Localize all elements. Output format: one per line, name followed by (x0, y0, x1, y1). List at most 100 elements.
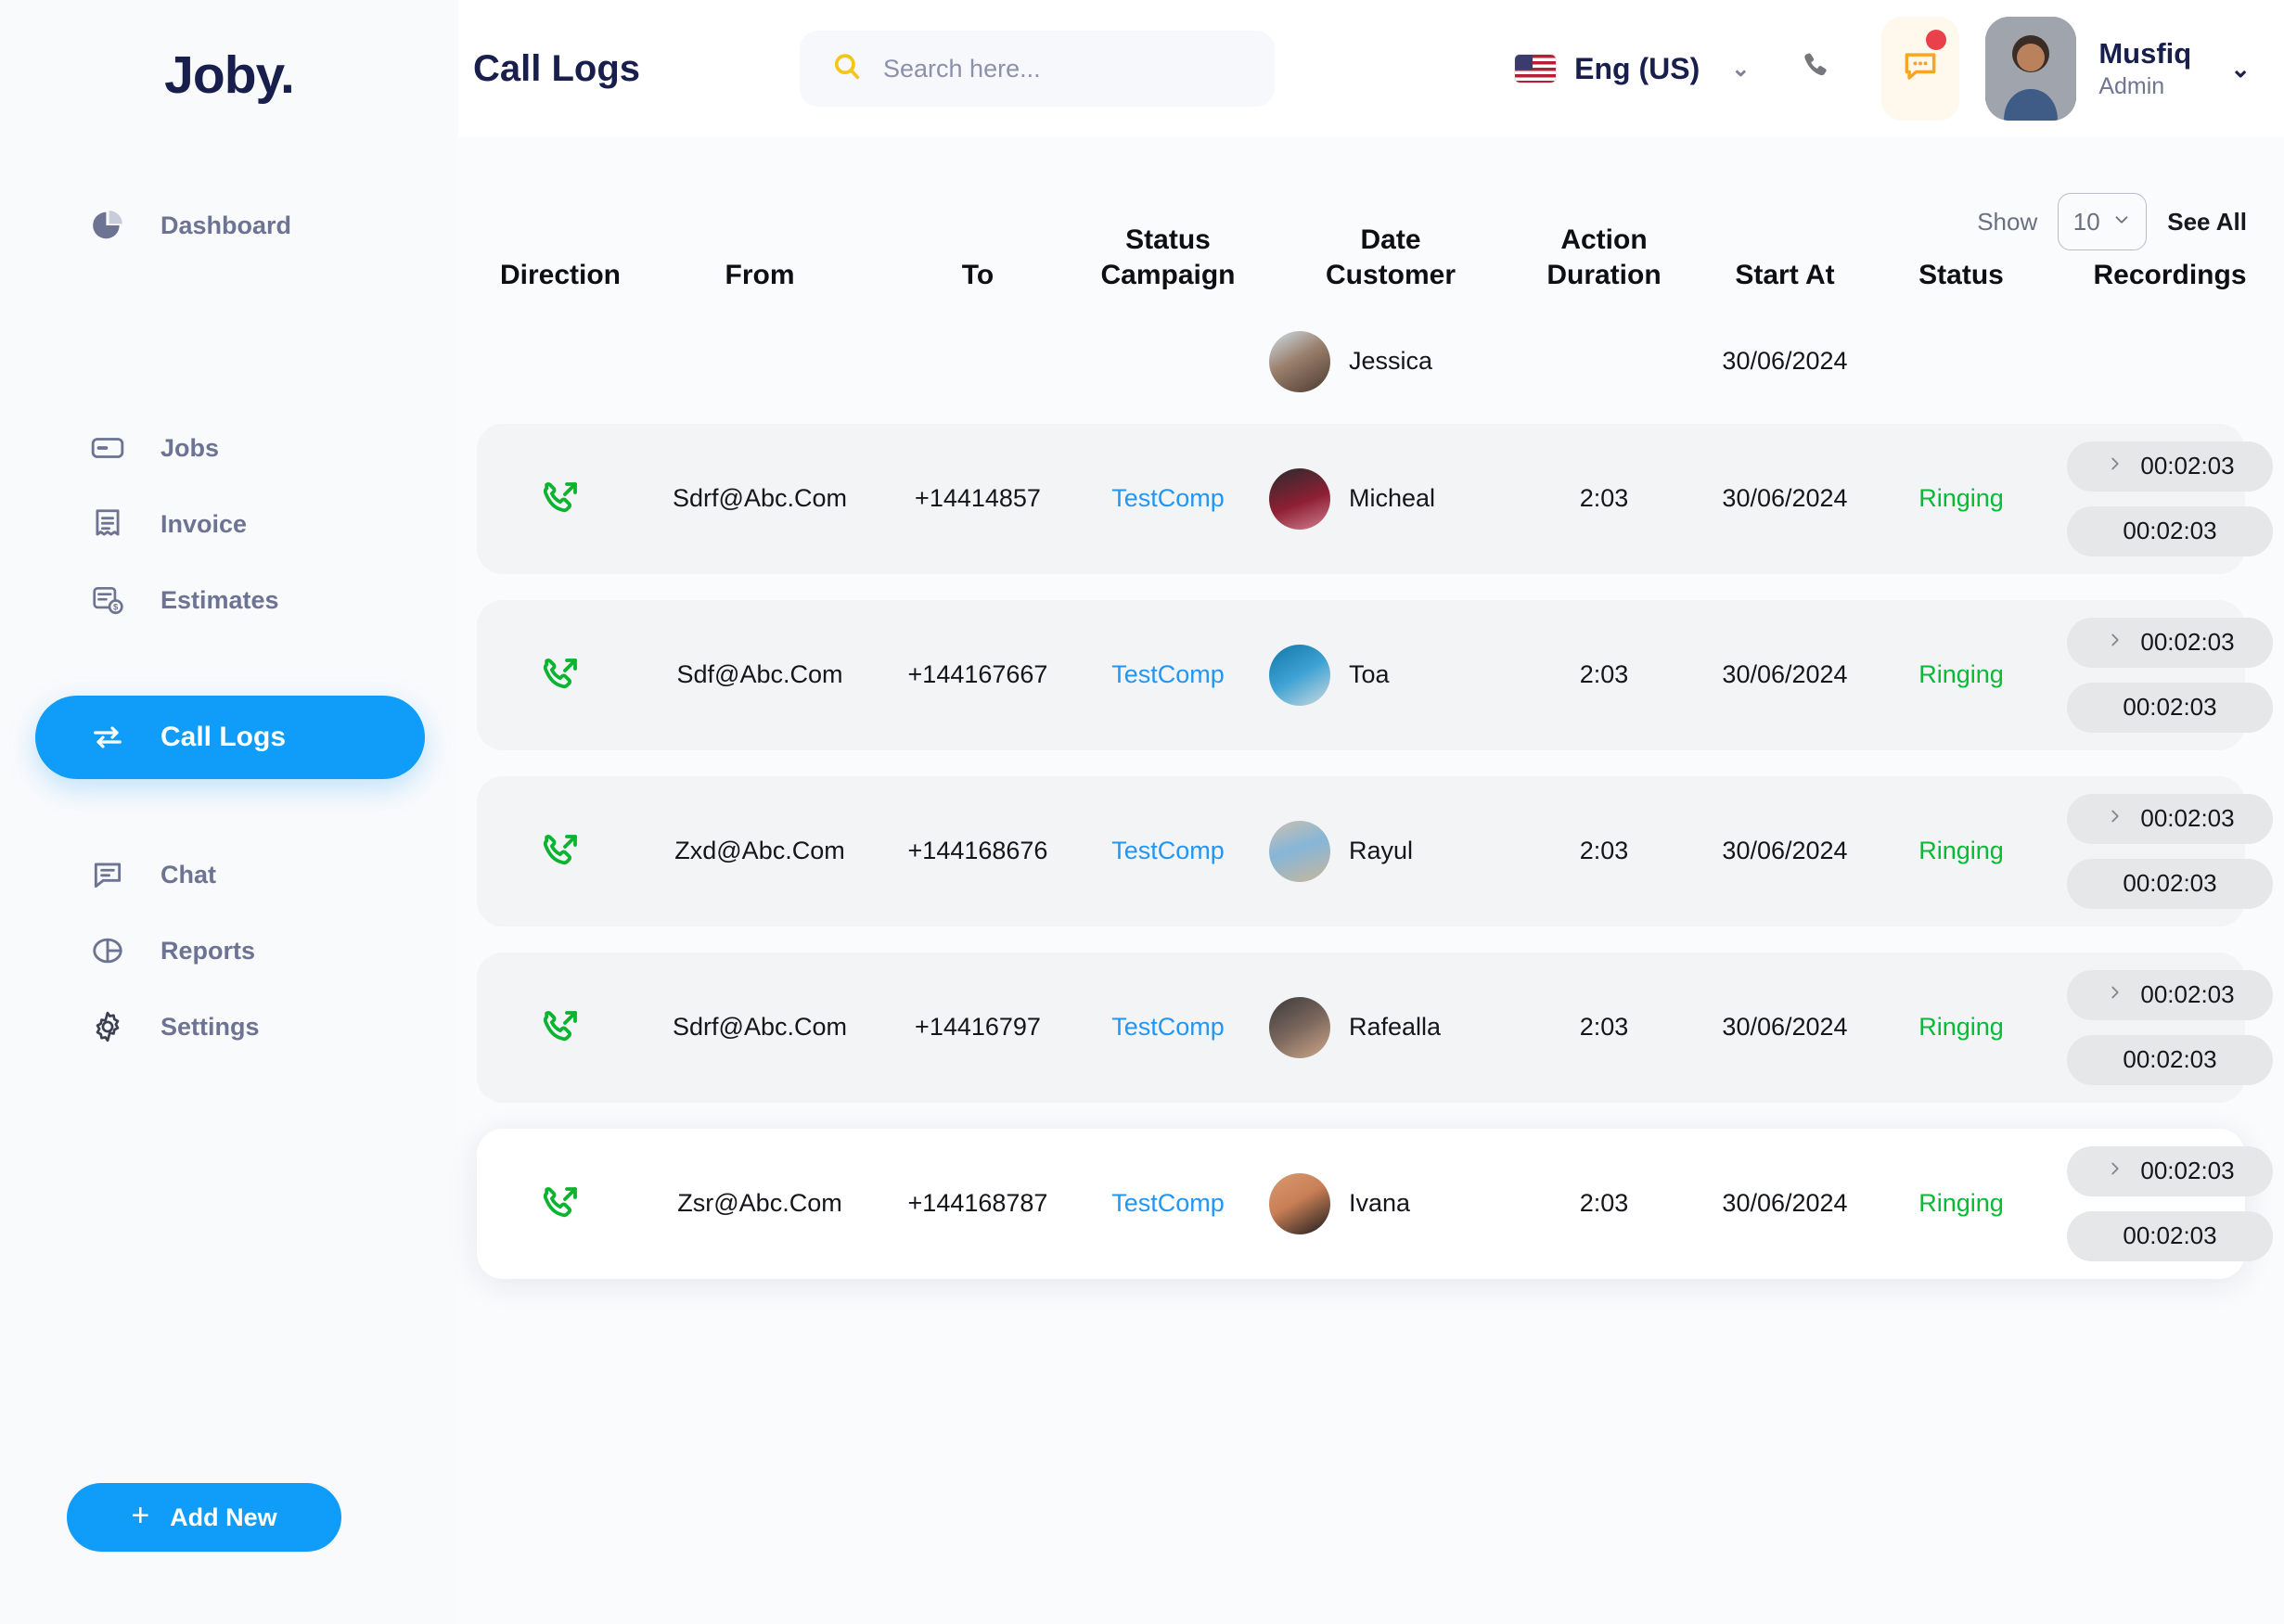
table-row[interactable]: Sdrf@Abc.Com +14416797 TestComp Rafealla… (477, 952, 2273, 1103)
recording-duration: 00:02:03 (2123, 869, 2217, 898)
estimate-dollar-icon: $ (88, 581, 127, 620)
cell-customer: Rafealla (1256, 996, 1525, 1058)
cell-start-at: 30/06/2024 (1722, 484, 1848, 513)
recording-duration: 00:02:03 (2140, 1157, 2235, 1185)
outgoing-call-icon (477, 653, 644, 697)
language-selector[interactable]: Eng (US) ⌄ (1515, 52, 1750, 86)
sidebar-item-label: Settings (160, 1012, 260, 1041)
recording-play-chip[interactable]: 00:02:03 (2067, 793, 2273, 844)
cell-campaign[interactable]: TestComp (1080, 1189, 1256, 1218)
cell-recordings: 00:02:03 00:02:03 (2035, 441, 2284, 556)
chevron-right-icon (2105, 628, 2125, 657)
cell-recordings: 00:02:03 00:02:03 (2035, 1145, 2284, 1261)
cell-start-at: 30/06/2024 (1722, 1013, 1848, 1042)
recording-chip[interactable]: 00:02:03 (2067, 682, 2273, 733)
cell-to: +144168676 (907, 837, 1048, 865)
cell-start-at: 30/06/2024 (1722, 660, 1848, 689)
cell-from: Sdrf@Abc.Com (673, 1013, 847, 1042)
sidebar-item-chat[interactable]: Chat (0, 837, 458, 913)
avatar (1269, 1172, 1330, 1234)
sidebar-item-settings[interactable]: Settings (0, 989, 458, 1065)
svg-text:$: $ (113, 602, 119, 612)
chevron-right-icon (2105, 804, 2125, 833)
sidebar-item-invoice[interactable]: Invoice (0, 486, 458, 562)
page-title: Call Logs (473, 47, 641, 89)
chevron-down-icon[interactable]: ⌄ (1731, 56, 1750, 83)
column-header-recordings: . Recordings (2093, 260, 2247, 291)
status-badge: Ringing (1918, 1189, 2004, 1218)
top-bar: Call Logs Search here... Eng (US) ⌄ Musf… (458, 0, 2284, 137)
search-bar[interactable] (800, 31, 1275, 107)
unread-dot (1926, 30, 1947, 50)
cell-recordings: 00:02:03 00:02:03 (2035, 793, 2284, 909)
recording-play-chip[interactable]: 00:02:03 (2067, 441, 2273, 492)
user-info[interactable]: Musfiq Admin (2098, 37, 2191, 100)
user-menu-chevron-down-icon[interactable]: ⌄ (2230, 55, 2251, 83)
sidebar-item-dashboard[interactable]: Dashboard (0, 187, 458, 263)
gear-icon (88, 1007, 127, 1046)
main-content: Call Logs Search here... Eng (US) ⌄ Musf… (458, 0, 2284, 1624)
table-row[interactable]: Sdrf@Abc.Com +14414857 TestComp Micheal … (477, 423, 2273, 574)
outgoing-call-icon (477, 1182, 644, 1226)
cell-campaign[interactable]: TestComp (1080, 484, 1256, 513)
sidebar-item-label: Call Logs (160, 722, 287, 752)
cell-start-at: 30/06/2024 (1722, 1189, 1848, 1218)
transfer-arrows-icon (88, 718, 127, 757)
column-header-status: . Status (1918, 260, 2004, 291)
outgoing-call-icon (477, 477, 644, 521)
top-bar-actions: Eng (US) ⌄ Musfiq Admin ⌄ (1515, 17, 2251, 121)
recording-duration: 00:02:03 (2140, 452, 2235, 480)
recording-play-chip[interactable]: 00:02:03 (2067, 1145, 2273, 1196)
table-row[interactable]: Zxd@Abc.Com +144168676 TestComp Rayul 2:… (477, 775, 2273, 927)
outgoing-call-icon (477, 1005, 644, 1050)
call-logs-table: . Direction . From . To Status Campaign … (458, 223, 2284, 1305)
preview-customer: Jessica (1256, 330, 1525, 392)
recording-chip[interactable]: 00:02:03 (2067, 505, 2273, 556)
cell-campaign[interactable]: TestComp (1080, 837, 1256, 865)
customer-name: Rayul (1349, 837, 1414, 865)
add-new-label: Add New (170, 1503, 277, 1531)
status-badge: Ringing (1918, 484, 2004, 513)
avatar[interactable] (1985, 17, 2077, 121)
sidebar-item-estimates[interactable]: $ Estimates (0, 562, 458, 638)
recording-chip[interactable]: 00:02:03 (2067, 1210, 2273, 1261)
chat-notification-button[interactable] (1881, 17, 1960, 121)
sidebar: Joby. Dashboard Jobs Invoice $ Estimates… (0, 0, 458, 1624)
sidebar-item-call-logs[interactable]: Call Logs (35, 696, 425, 779)
avatar (1269, 996, 1330, 1058)
column-header-to: . To (961, 260, 994, 291)
cell-duration: 2:03 (1579, 484, 1629, 513)
customer-name: Toa (1349, 660, 1390, 689)
add-new-button[interactable]: + Add New (67, 1483, 341, 1552)
recording-play-chip[interactable]: 00:02:03 (2067, 617, 2273, 668)
sidebar-item-label: Dashboard (160, 211, 292, 239)
table-row[interactable]: Sdf@Abc.Com +144167667 TestComp Toa 2:03… (477, 599, 2273, 750)
avatar (1269, 330, 1330, 392)
recording-duration: 00:02:03 (2123, 517, 2217, 545)
cell-to: +144168787 (907, 1189, 1048, 1218)
sidebar-item-reports[interactable]: Reports (0, 913, 458, 989)
sidebar-item-jobs[interactable]: Jobs (0, 410, 458, 486)
recording-play-chip[interactable]: 00:02:03 (2067, 969, 2273, 1020)
phone-button[interactable] (1777, 30, 1855, 108)
recording-duration: 00:02:03 (2123, 693, 2217, 722)
app-logo: Joby. (164, 45, 295, 105)
recording-chip[interactable]: 00:02:03 (2067, 858, 2273, 909)
cell-duration: 2:03 (1579, 1189, 1629, 1218)
status-badge: Ringing (1918, 660, 2004, 689)
customer-name: Micheal (1349, 484, 1436, 513)
cell-to: +14416797 (915, 1013, 1041, 1042)
outgoing-call-icon (477, 829, 644, 874)
cell-campaign[interactable]: TestComp (1080, 660, 1256, 689)
cell-campaign[interactable]: TestComp (1080, 1013, 1256, 1042)
sidebar-item-label: Jobs (160, 433, 220, 462)
chat-notification-icon (1900, 46, 1941, 92)
user-name: Musfiq (2098, 36, 2192, 70)
language-label: Eng (US) (1574, 51, 1700, 85)
search-input[interactable] (883, 54, 1243, 83)
recording-chip[interactable]: 00:02:03 (2067, 1034, 2273, 1085)
cell-duration: 2:03 (1579, 1013, 1629, 1042)
table-row[interactable]: Zsr@Abc.Com +144168787 TestComp Ivana 2:… (477, 1128, 2273, 1279)
cell-from: Zsr@Abc.Com (677, 1189, 842, 1218)
recording-duration: 00:02:03 (2140, 980, 2235, 1009)
